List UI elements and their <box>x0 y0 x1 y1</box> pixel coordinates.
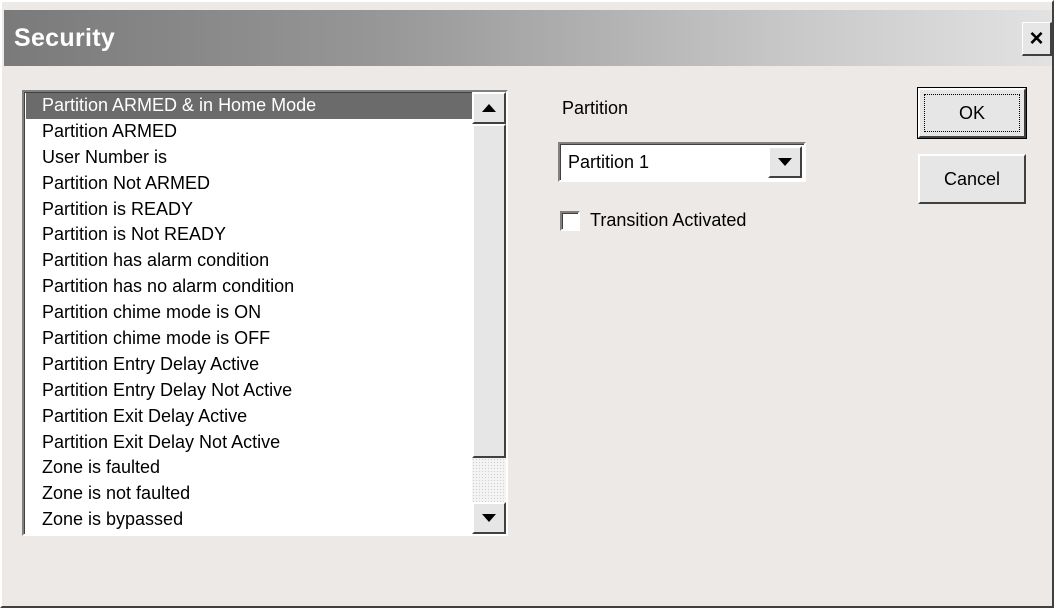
partition-dropdown-button[interactable] <box>768 146 802 178</box>
chevron-down-icon <box>778 158 792 166</box>
list-item[interactable]: Zone is faulted <box>26 455 472 481</box>
arrow-up-icon <box>482 104 496 112</box>
arrow-down-icon <box>482 514 496 522</box>
list-item[interactable]: Partition chime mode is ON <box>26 300 472 326</box>
scroll-up-button[interactable] <box>472 92 506 124</box>
conditions-listbox[interactable]: Partition ARMED & in Home Mode Partition … <box>22 90 508 536</box>
scrollbar-thumb[interactable] <box>472 124 506 458</box>
list-item[interactable]: Partition Not ARMED <box>26 171 472 197</box>
list-item[interactable]: Zone is bypassed <box>26 507 472 533</box>
close-icon: × <box>1029 24 1044 52</box>
partition-dropdown[interactable]: Partition 1 <box>558 142 806 182</box>
list-item[interactable]: Partition Exit Delay Not Active <box>26 430 472 456</box>
list-item[interactable]: Partition is READY <box>26 197 472 223</box>
list-item[interactable]: Partition chime mode is OFF <box>26 326 472 352</box>
list-item[interactable]: Partition Entry Delay Active <box>26 352 472 378</box>
partition-dropdown-value: Partition 1 <box>568 152 650 172</box>
list-item[interactable]: Partition ARMED <box>26 119 472 145</box>
scroll-down-button[interactable] <box>472 502 506 534</box>
cancel-button[interactable]: Cancel <box>918 154 1026 204</box>
transition-activated-checkbox[interactable] <box>560 211 580 231</box>
ok-button[interactable]: OK <box>917 87 1027 139</box>
close-button[interactable]: × <box>1022 22 1052 56</box>
list-item[interactable]: User Number is <box>26 145 472 171</box>
list-item[interactable]: Partition is Not READY <box>26 222 472 248</box>
window-title: Security <box>14 24 116 52</box>
vertical-scrollbar[interactable] <box>472 92 506 534</box>
partition-label: Partition <box>562 98 629 118</box>
security-dialog: Security × Partition ARMED & in Home Mod… <box>0 0 1054 608</box>
conditions-list: Partition ARMED & in Home Mode Partition … <box>26 93 472 533</box>
list-item[interactable]: Partition has no alarm condition <box>26 274 472 300</box>
list-item[interactable]: Partition ARMED & in Home Mode <box>26 93 472 119</box>
list-item[interactable]: Partition has alarm condition <box>26 248 472 274</box>
list-item[interactable]: Partition Exit Delay Active <box>26 404 472 430</box>
title-bar[interactable]: Security × <box>4 10 1052 66</box>
list-item[interactable]: Zone is not faulted <box>26 481 472 507</box>
list-item[interactable]: Partition Entry Delay Not Active <box>26 378 472 404</box>
transition-activated-label[interactable]: Transition Activated <box>590 210 746 231</box>
